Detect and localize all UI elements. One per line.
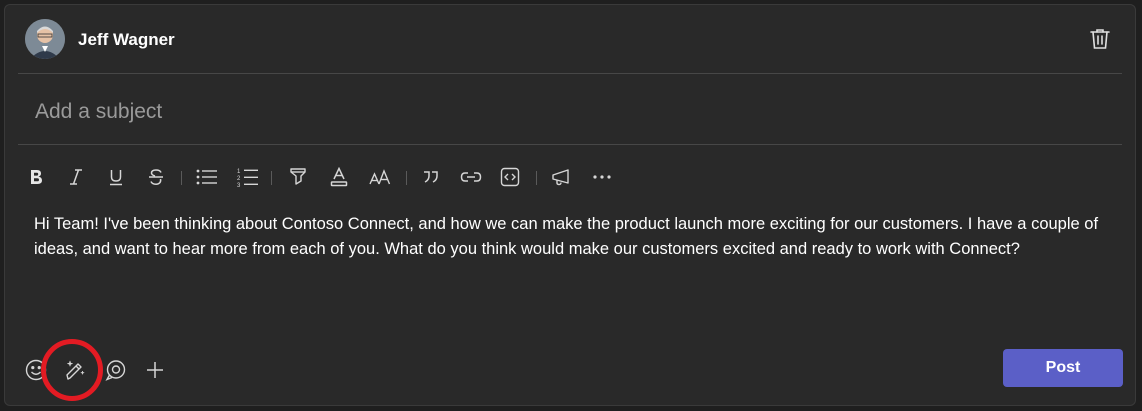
font-color-icon[interactable] [326,163,352,191]
subject-input[interactable] [33,97,937,127]
message-body[interactable]: Hi Team! I've been thinking about Contos… [34,212,1104,262]
underline-icon[interactable] [103,163,129,191]
quote-icon[interactable] [418,163,444,191]
header-divider [18,73,1122,74]
bold-icon[interactable] [23,163,49,191]
italic-icon[interactable] [63,163,89,191]
svg-text:2: 2 [237,176,241,182]
toolbar-separator [406,171,407,185]
compose-post-panel: Jeff Wagner 123 [4,4,1136,406]
emoji-icon[interactable] [23,357,49,383]
link-icon[interactable] [458,163,484,191]
add-icon[interactable] [142,357,168,383]
numbered-list-icon[interactable]: 123 [235,163,261,191]
more-options-icon[interactable] [589,163,615,191]
bulleted-list-icon[interactable] [194,163,220,191]
trash-icon[interactable] [1089,27,1111,51]
strikethrough-icon[interactable] [143,163,169,191]
post-button[interactable]: Post [1003,349,1123,387]
loop-component-icon[interactable] [102,357,128,383]
author-name: Jeff Wagner [78,30,175,49]
announcement-icon[interactable] [548,163,574,191]
svg-text:3: 3 [237,183,241,187]
subject-divider [18,144,1122,145]
svg-text:1: 1 [237,169,241,175]
toolbar-separator [181,171,182,185]
post-header: Jeff Wagner [25,19,1115,59]
avatar [25,19,65,59]
toolbar-separator [271,171,272,185]
copilot-rewrite-icon[interactable] [62,357,88,383]
highlight-icon[interactable] [285,163,311,191]
font-size-icon[interactable] [367,163,393,191]
code-snippet-icon[interactable] [497,163,523,191]
toolbar-separator [536,171,537,185]
